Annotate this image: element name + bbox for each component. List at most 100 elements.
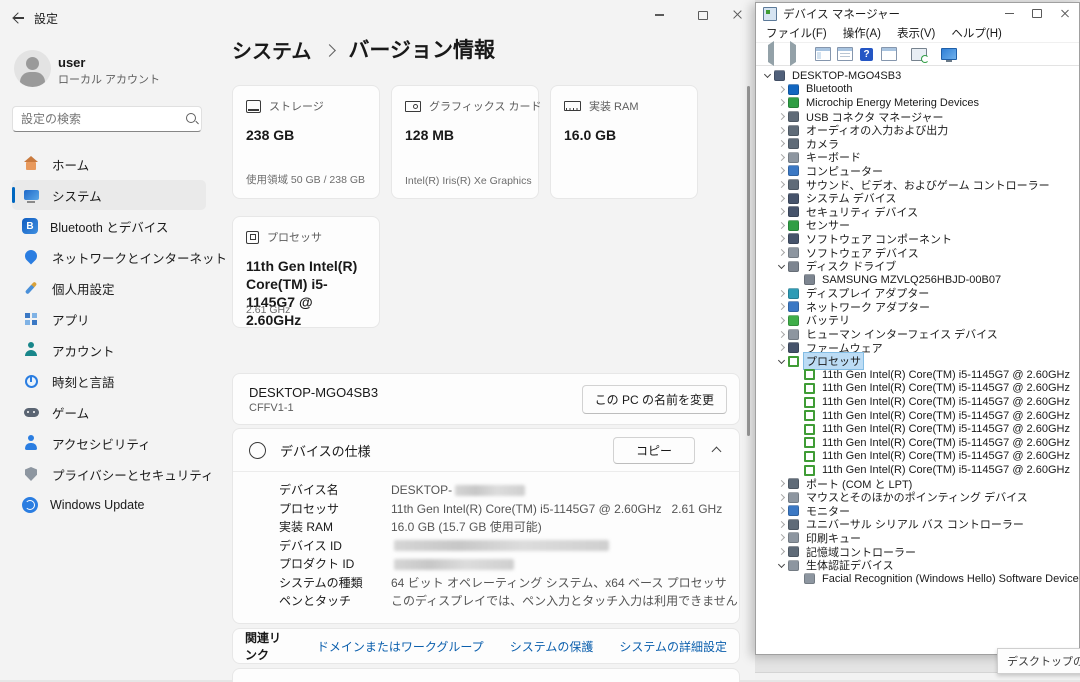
expander-chevron-icon[interactable]	[776, 260, 788, 272]
sidebar-item[interactable]: 時刻と言語	[12, 366, 206, 396]
expander-chevron-icon[interactable]	[776, 355, 788, 367]
expander-chevron-icon[interactable]	[776, 518, 788, 530]
menu-item[interactable]: 表示(V)	[889, 25, 943, 41]
menu-item[interactable]: ファイル(F)	[758, 25, 835, 41]
expander-chevron-icon[interactable]	[776, 505, 788, 517]
expander-chevron-icon[interactable]	[776, 97, 788, 109]
tree-item[interactable]: ディスク ドライブ	[756, 259, 1079, 273]
sidebar-item[interactable]: Bluetooth とデバイス	[12, 211, 206, 241]
stat-card-subtext: Intel(R) Iris(R) Xe Graphics	[405, 175, 532, 187]
search-input[interactable]	[13, 112, 184, 126]
expander-chevron-icon[interactable]	[776, 532, 788, 544]
sidebar-item[interactable]: ホーム	[12, 149, 206, 179]
expander-chevron-icon[interactable]	[792, 410, 804, 422]
expander-chevron-icon[interactable]	[776, 83, 788, 95]
device-name: DESKTOP-MGO4SB3	[249, 385, 378, 400]
toolbar-button[interactable]	[908, 44, 929, 64]
copy-button[interactable]: コピー	[613, 437, 695, 464]
expander-chevron-icon[interactable]	[776, 206, 788, 218]
toolbar-button[interactable]	[938, 44, 959, 64]
expander-chevron-icon[interactable]	[792, 396, 804, 408]
expander-chevron-icon[interactable]	[776, 179, 788, 191]
tree-item[interactable]: 11th Gen Intel(R) Core(TM) i5-1145G7 @ 2…	[756, 368, 1079, 382]
toolbar-button[interactable]	[782, 44, 803, 64]
expander-chevron-icon[interactable]	[792, 274, 804, 286]
sidebar-item[interactable]: ゲーム	[12, 397, 206, 427]
device-specs-header[interactable]: デバイスの仕様 コピー	[233, 429, 739, 471]
expander-chevron-icon[interactable]	[776, 559, 788, 571]
settings-scrollbar[interactable]	[747, 86, 750, 436]
expander-chevron-icon[interactable]	[776, 478, 788, 490]
maximize-button[interactable]	[692, 6, 714, 24]
sidebar-item[interactable]: ネットワークとインターネット	[12, 242, 206, 272]
tree-item[interactable]: 11th Gen Intel(R) Core(TM) i5-1145G7 @ 2…	[756, 409, 1079, 423]
sidebar-item[interactable]: システム	[12, 180, 206, 210]
related-link[interactable]: ドメインまたはワークグループ	[317, 638, 484, 655]
expander-chevron-icon[interactable]	[792, 369, 804, 381]
related-link[interactable]: システムの詳細設定	[619, 638, 727, 655]
expander-chevron-icon[interactable]	[776, 233, 788, 245]
expander-chevron-icon[interactable]	[776, 219, 788, 231]
expander-chevron-icon[interactable]	[792, 423, 804, 435]
minimize-button[interactable]	[648, 6, 670, 24]
tree-item-label: Bluetooth	[804, 83, 854, 95]
tree-item[interactable]: Bluetooth	[756, 83, 1079, 97]
expander-chevron-icon[interactable]	[776, 247, 788, 259]
dm-minimize-button[interactable]	[995, 4, 1023, 23]
menu-item[interactable]: 操作(A)	[835, 25, 889, 41]
settings-search[interactable]	[12, 106, 202, 132]
expander-chevron-icon[interactable]	[792, 437, 804, 449]
expander-chevron-icon[interactable]	[792, 573, 804, 585]
tree-item[interactable]: 11th Gen Intel(R) Core(TM) i5-1145G7 @ 2…	[756, 422, 1079, 436]
sidebar-item[interactable]: 個人用設定	[12, 273, 206, 303]
toolbar-button[interactable]	[878, 44, 899, 64]
expander-chevron-icon[interactable]	[792, 450, 804, 462]
sidebar-item[interactable]: Windows Update	[12, 490, 206, 520]
tree-item[interactable]: プロセッサ	[756, 354, 1079, 368]
expander-chevron-icon[interactable]	[776, 192, 788, 204]
tree-item[interactable]: 11th Gen Intel(R) Core(TM) i5-1145G7 @ 2…	[756, 395, 1079, 409]
expander-chevron-icon[interactable]	[776, 111, 788, 123]
toolbar-button[interactable]	[812, 44, 833, 64]
expander-chevron-icon[interactable]	[776, 151, 788, 163]
sidebar-item[interactable]: アカウント	[12, 335, 206, 365]
toolbar-button[interactable]	[760, 44, 781, 64]
rename-pc-button[interactable]: この PC の名前を変更	[582, 385, 727, 414]
expander-chevron-icon[interactable]	[762, 70, 774, 82]
expander-chevron-icon[interactable]	[776, 165, 788, 177]
breadcrumb-parent[interactable]: システム	[232, 35, 311, 64]
close-button[interactable]	[727, 6, 749, 24]
tree-item[interactable]: 11th Gen Intel(R) Core(TM) i5-1145G7 @ 2…	[756, 382, 1079, 396]
toolbar-button[interactable]	[834, 44, 855, 64]
expander-chevron-icon[interactable]	[776, 342, 788, 354]
expander-chevron-icon[interactable]	[776, 124, 788, 136]
sidebar-item[interactable]: アプリ	[12, 304, 206, 334]
display-adapters-icon	[788, 288, 799, 299]
menu-item[interactable]: ヘルプ(H)	[943, 25, 1009, 41]
back-icon[interactable]	[12, 11, 26, 25]
tree-item[interactable]: 11th Gen Intel(R) Core(TM) i5-1145G7 @ 2…	[756, 450, 1079, 464]
sidebar-item-label: Bluetooth とデバイス	[50, 217, 168, 236]
tree-item[interactable]: Facial Recognition (Windows Hello) Softw…	[756, 572, 1079, 586]
expander-chevron-icon[interactable]	[776, 287, 788, 299]
expander-chevron-icon[interactable]	[792, 464, 804, 476]
sidebar-item[interactable]: プライバシーとセキュリティ	[12, 459, 206, 489]
chevron-up-icon[interactable]	[709, 442, 725, 458]
toolbar-button[interactable]	[856, 44, 877, 64]
sidebar-item[interactable]: アクセシビリティ	[12, 428, 206, 458]
expander-chevron-icon[interactable]	[776, 328, 788, 340]
expander-chevron-icon[interactable]	[792, 382, 804, 394]
tree-item[interactable]: DESKTOP-MGO4SB3	[756, 69, 1079, 83]
expander-chevron-icon[interactable]	[776, 546, 788, 558]
dm-maximize-button[interactable]	[1023, 4, 1051, 23]
related-link[interactable]: システムの保護	[510, 638, 594, 655]
dm-close-button[interactable]	[1051, 4, 1079, 23]
device-model: CFFV1-1	[249, 402, 378, 414]
tree-item[interactable]: 生体認証デバイス	[756, 558, 1079, 572]
expander-chevron-icon[interactable]	[776, 314, 788, 326]
tree-item[interactable]: 11th Gen Intel(R) Core(TM) i5-1145G7 @ 2…	[756, 436, 1079, 450]
expander-chevron-icon[interactable]	[776, 138, 788, 150]
expander-chevron-icon[interactable]	[776, 491, 788, 503]
expander-chevron-icon[interactable]	[776, 301, 788, 313]
search-icon[interactable]	[184, 111, 200, 127]
